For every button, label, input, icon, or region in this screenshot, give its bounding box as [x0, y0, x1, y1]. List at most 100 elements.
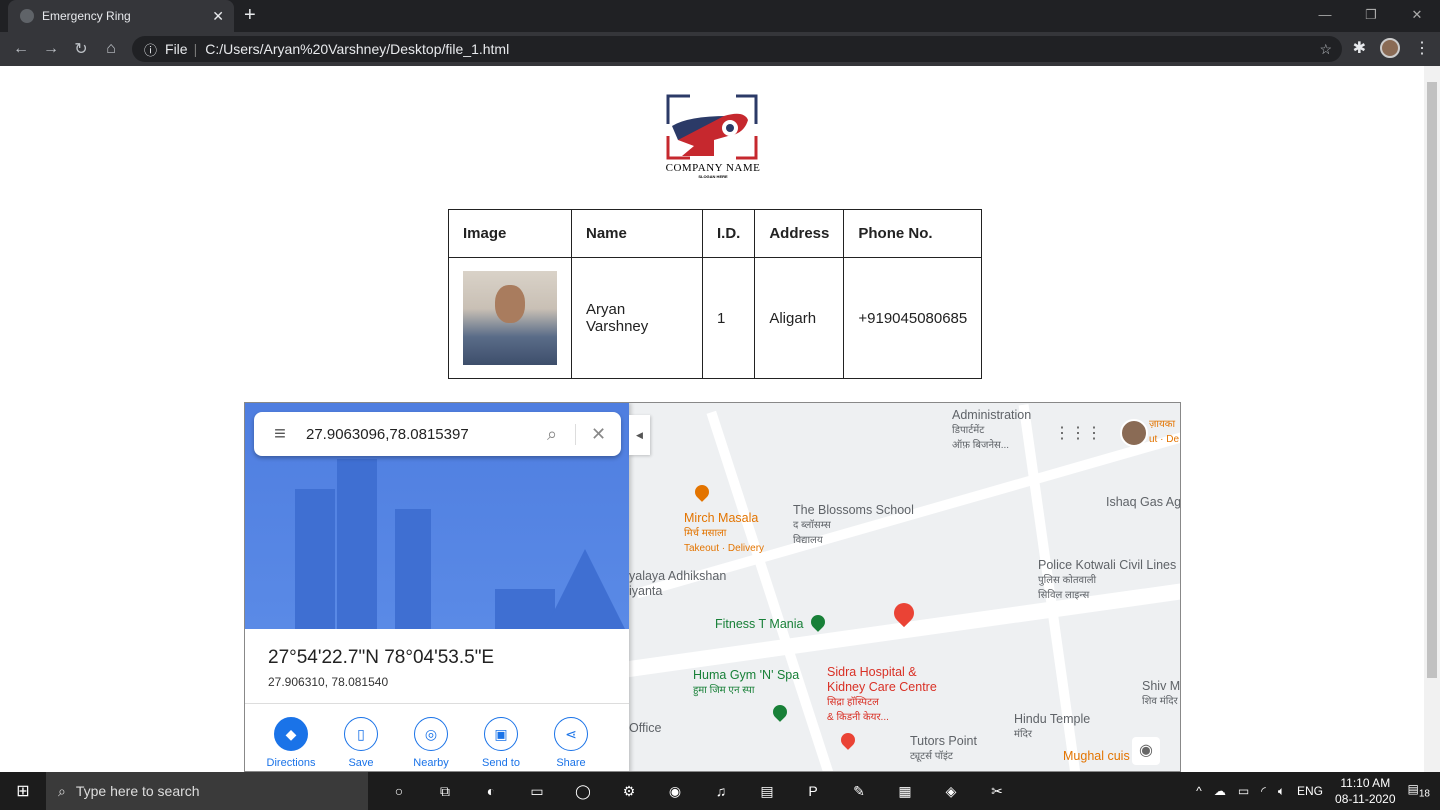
powerpoint-icon[interactable]: P	[790, 783, 836, 800]
map-label[interactable]: yalaya Adhikshan iyanta	[629, 569, 726, 599]
map-search-input[interactable]: 27.9063096,78.0815397	[306, 426, 529, 443]
info-icon[interactable]: ⓘ	[144, 40, 157, 59]
send-to-phone-button[interactable]: ▣ Send to your	[475, 717, 527, 771]
close-window-button[interactable]: ✕	[1394, 0, 1440, 30]
cell-id: 1	[701, 257, 756, 379]
settings-icon[interactable]: ⚙	[606, 783, 652, 800]
map-label[interactable]: Fitness T Mania	[715, 617, 803, 632]
map-search-box[interactable]: ≡ 27.9063096,78.0815397 ⌕ ✕	[254, 412, 621, 456]
minimize-button[interactable]: —	[1302, 0, 1348, 30]
gym-pin-icon[interactable]	[770, 702, 790, 722]
bookmark-icon: ▯	[344, 717, 378, 751]
onedrive-icon[interactable]: ☁	[1214, 784, 1226, 798]
action-label: Share	[556, 757, 586, 769]
taskbar-search-placeholder: Type here to search	[75, 783, 200, 799]
directions-button[interactable]: ◆ Directions	[265, 717, 317, 771]
chevron-up-icon[interactable]: ^	[1196, 784, 1202, 798]
language-indicator[interactable]: ENG	[1297, 784, 1323, 798]
wifi-icon[interactable]: ◜	[1261, 784, 1266, 798]
company-name: COMPANY NAME	[665, 162, 761, 174]
time: 11:10 AM	[1340, 776, 1391, 790]
cell-address: Aligarh	[754, 257, 845, 379]
battery-icon[interactable]: ▭	[1238, 784, 1249, 798]
google-map-embed[interactable]: ≡ 27.9063096,78.0815397 ⌕ ✕ 27°54'22.7"N…	[244, 402, 1181, 772]
hospital-pin-icon[interactable]	[838, 730, 858, 750]
map-label[interactable]: The Blossoms School द ब्लॉसम्स विद्यालय	[793, 503, 914, 548]
save-button[interactable]: ▯ Save	[335, 717, 387, 771]
taskbar-search[interactable]: ⌕ Type here to search	[46, 772, 368, 810]
bookmark-star-icon[interactable]: ☆	[1319, 41, 1332, 58]
map-label[interactable]: Ishaq Gas Ag	[1106, 495, 1180, 510]
search-icon[interactable]: ⌕	[529, 424, 575, 445]
forward-icon[interactable]: →	[36, 40, 66, 58]
header-phone: Phone No.	[843, 209, 983, 258]
map-label[interactable]: Police Kotwali Civil Lines पुलिस कोतवाली स…	[1038, 558, 1176, 603]
apps-grid-icon[interactable]: ⋮⋮⋮	[1054, 423, 1102, 443]
gym-pin-icon[interactable]	[808, 612, 828, 632]
windows-start-icon[interactable]: ⊞	[0, 781, 46, 801]
file-explorer-icon[interactable]: ▤	[744, 783, 790, 800]
back-icon[interactable]: ←	[6, 40, 36, 58]
nearby-button[interactable]: ◎ Nearby	[405, 717, 457, 771]
page-scrollbar[interactable]	[1424, 66, 1440, 772]
profile-avatar[interactable]	[1380, 38, 1400, 58]
action-label: Save	[348, 757, 374, 769]
action-label: Nearby	[413, 757, 449, 769]
hamburger-menu-icon[interactable]: ≡	[254, 423, 306, 446]
app-icon[interactable]: ◈	[928, 783, 974, 800]
notifications-icon[interactable]: ▤18	[1408, 782, 1430, 799]
action-label: Send to your	[482, 757, 520, 771]
clock[interactable]: 11:10 AM 08-11-2020	[1335, 775, 1396, 807]
map-label[interactable]: ज़ायका ut · De	[1149, 417, 1179, 447]
browser-toolbar: ← → ↻ ⌂ ⓘ File | C:/Users/Aryan%20Varshn…	[0, 32, 1440, 66]
tab-title: Emergency Ring	[42, 9, 131, 23]
browser-tab[interactable]: Emergency Ring ✕	[8, 0, 234, 32]
table-row: Aryan Varshney 1 Aligarh +919045080685	[448, 257, 983, 379]
cortana-icon[interactable]: ○	[376, 783, 422, 800]
header-id: I.D.	[701, 209, 756, 258]
chrome-icon[interactable]: ◉	[652, 783, 698, 800]
menu-icon[interactable]: ⋮	[1414, 38, 1430, 58]
map-label[interactable]: Mughal cuis	[1063, 749, 1130, 764]
restaurant-pin-icon[interactable]	[692, 482, 712, 502]
map-label[interactable]: Office	[629, 721, 661, 736]
coordinates-decimal: 27.906310, 78.081540	[268, 675, 389, 689]
map-label[interactable]: Huma Gym 'N' Spa हुमा जिम एन स्पा	[693, 668, 799, 698]
app-icon[interactable]: ▦	[882, 783, 928, 800]
date: 08-11-2020	[1335, 792, 1396, 806]
reload-icon[interactable]: ↻	[66, 39, 96, 59]
maximize-button[interactable]: ❐	[1348, 0, 1394, 30]
volume-icon[interactable]: 🔈︎	[1278, 784, 1285, 799]
home-icon[interactable]: ⌂	[96, 40, 126, 58]
user-avatar[interactable]	[1120, 419, 1148, 447]
my-location-icon[interactable]: ◉	[1132, 737, 1160, 765]
close-icon[interactable]: ✕	[575, 423, 621, 445]
divider: |	[193, 41, 198, 57]
app-icon[interactable]: ✎	[836, 783, 882, 800]
windows-taskbar: ⊞ ⌕ Type here to search ○ ⧉ ◐ ▭ ◯ ⚙ ◉ ♫ ▤ P ✎ ▦ ◈ ✂ ^ …	[0, 772, 1440, 810]
new-tab-button[interactable]: +	[244, 4, 256, 27]
notification-count: 18	[1418, 788, 1430, 800]
close-tab-icon[interactable]: ✕	[212, 8, 224, 25]
extensions-icon[interactable]: ✱	[1353, 38, 1366, 58]
nearby-icon: ◎	[414, 717, 448, 751]
share-button[interactable]: ⋖ Share	[545, 717, 597, 771]
app-icon[interactable]: ▭	[514, 783, 560, 800]
map-label[interactable]: Mirch Masala मिर्च मसाला Takeout · Deliver…	[684, 511, 764, 556]
table-header-row: Image Name I.D. Address Phone No.	[448, 209, 983, 258]
app-icon[interactable]: ✂	[974, 783, 1020, 800]
address-bar[interactable]: ⓘ File | C:/Users/Aryan%20Varshney/Deskt…	[132, 36, 1342, 62]
map-label[interactable]: Shiv M शिव मंदिर	[1142, 679, 1180, 709]
collapse-panel-button[interactable]: ◀	[629, 415, 650, 455]
edge-icon[interactable]: ◐	[468, 783, 514, 800]
map-label[interactable]: Sidra Hospital & Kidney Care Centre सिद्रा…	[827, 665, 937, 725]
task-view-icon[interactable]: ⧉	[422, 783, 468, 800]
map-label[interactable]: Hindu Temple मंदिर	[1014, 712, 1090, 742]
amazon-music-icon[interactable]: ♫	[698, 783, 744, 800]
map-label[interactable]: Administration डिपार्टमेंट ऑफ़ बिजनेस...	[952, 408, 1031, 453]
dell-icon[interactable]: ◯	[560, 783, 606, 800]
map-label[interactable]: Tutors Point ट्यूटर्स पॉइंट	[910, 734, 977, 764]
share-icon: ⋖	[554, 717, 588, 751]
action-label: Directions	[266, 757, 316, 769]
header-image: Image	[448, 209, 572, 258]
